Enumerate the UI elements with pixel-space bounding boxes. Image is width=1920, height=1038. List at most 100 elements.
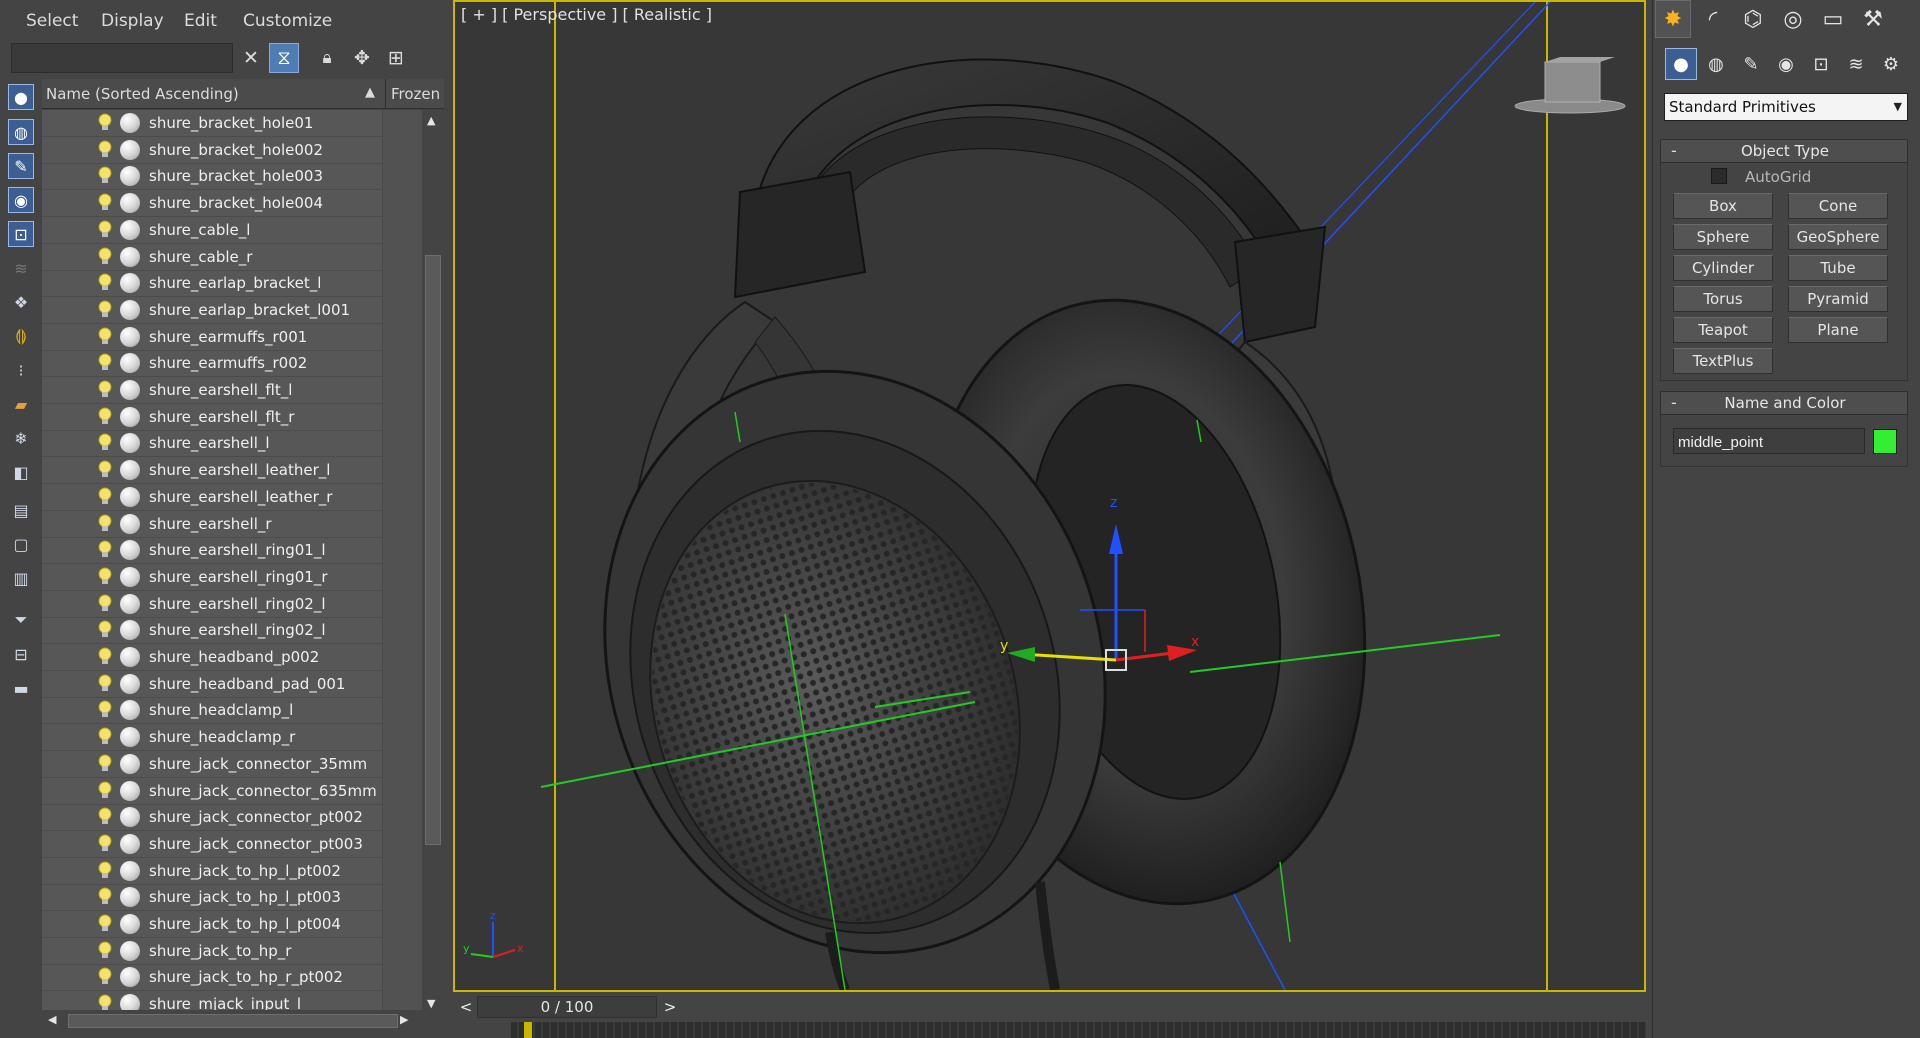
utilities-tab-icon[interactable]: ⚒ (1855, 0, 1891, 38)
cameras-filter-icon[interactable]: ◉ (8, 187, 34, 213)
list-item[interactable]: shure_bracket_hole004 (42, 190, 422, 218)
frozen-cell[interactable] (382, 110, 422, 137)
frozen-cell[interactable] (382, 964, 422, 992)
list-item[interactable]: shure_cable_r (42, 243, 422, 271)
list-item[interactable]: shure_jack_to_hp_l_pt004 (42, 911, 422, 938)
frozen-cell[interactable] (382, 377, 422, 404)
teapot-button[interactable]: Teapot (1673, 317, 1773, 343)
groups-filter-icon[interactable]: ❖ (8, 289, 34, 315)
frozen-cell[interactable] (382, 884, 422, 912)
list-item[interactable]: shure_cable_l (42, 216, 422, 244)
menu-display[interactable]: Display (101, 11, 164, 31)
frozen-cell[interactable] (382, 296, 422, 324)
frozen-cell[interactable] (382, 457, 422, 485)
light-bulb-icon[interactable] (98, 460, 112, 480)
clear-icon[interactable]: ✕ (236, 43, 266, 73)
helpers-category-icon[interactable]: ⊡ (1805, 48, 1837, 80)
motion-tab-icon[interactable]: ◎ (1775, 0, 1811, 38)
list-item[interactable]: shure_jack_connector_pt002 (42, 804, 422, 832)
hierarchy-tab-icon[interactable]: ⌬ (1735, 0, 1771, 38)
shapes-category-icon[interactable]: ◍ (1700, 48, 1732, 80)
perspective-viewport[interactable]: [ + ] [ Perspective ] [ Realistic ] y x … (453, 0, 1646, 992)
plane-button[interactable]: Plane (1788, 317, 1888, 343)
frozen-cell[interactable] (382, 991, 422, 1010)
list-item[interactable]: shure_earlap_bracket_l001 (42, 296, 422, 324)
light-bulb-icon[interactable] (98, 193, 112, 213)
lights-category-icon[interactable]: ✎ (1735, 48, 1767, 80)
light-bulb-icon[interactable] (98, 914, 112, 934)
modify-tab-icon[interactable]: ◜ (1695, 0, 1731, 38)
frozen-cell[interactable] (382, 750, 422, 778)
filter-funnel-icon[interactable]: ⏷ (8, 607, 34, 633)
list-item[interactable]: shure_bracket_hole003 (42, 163, 422, 191)
frozen-filter-icon[interactable]: ❄ (8, 425, 34, 451)
light-bulb-icon[interactable] (98, 514, 112, 534)
light-bulb-icon[interactable] (98, 407, 112, 427)
menu-edit[interactable]: Edit (184, 11, 217, 31)
search-input[interactable] (11, 43, 233, 73)
frozen-cell[interactable] (382, 804, 422, 832)
list-item[interactable]: shure_earshell_r (42, 510, 422, 538)
scroll-left-icon[interactable]: ◀ (48, 1013, 56, 1026)
scroll-up-icon[interactable]: ▲ (427, 114, 435, 127)
frozen-cell[interactable] (382, 724, 422, 752)
list-item[interactable]: shure_earshell_l (42, 430, 422, 458)
frozen-cell[interactable] (382, 644, 422, 671)
geometry-filter-icon[interactable]: ● (8, 84, 34, 110)
list-item[interactable]: shure_earshell_ring02_l (42, 617, 422, 645)
pyramid-button[interactable]: Pyramid (1788, 286, 1888, 312)
light-bulb-icon[interactable] (98, 620, 112, 640)
horizontal-scrollbar[interactable]: ◀ ▶ (42, 1010, 444, 1032)
list-item[interactable]: shure_headband_pad_001 (42, 670, 422, 698)
frozen-cell[interactable] (382, 190, 422, 218)
light-bulb-icon[interactable] (98, 433, 112, 453)
object-name-input[interactable] (1673, 428, 1865, 454)
list-item[interactable]: shure_jack_to_hp_r_pt002 (42, 964, 422, 992)
frozen-cell[interactable] (382, 270, 422, 298)
light-bulb-icon[interactable] (98, 781, 112, 801)
list-item[interactable]: shure_earshell_leather_r (42, 483, 422, 511)
object-color-swatch[interactable] (1873, 429, 1897, 454)
frozen-cell[interactable] (382, 136, 422, 164)
light-bulb-icon[interactable] (98, 300, 112, 320)
list-item[interactable]: shure_jack_to_hp_l_pt003 (42, 884, 422, 912)
light-bulb-icon[interactable] (98, 327, 112, 347)
light-bulb-icon[interactable] (98, 941, 112, 961)
containers-filter-icon[interactable]: ▰ (8, 391, 34, 417)
frozen-cell[interactable] (382, 937, 422, 965)
layer-filter-icon[interactable]: ▬ (8, 675, 34, 701)
shapes-filter-icon[interactable]: ◍ (8, 119, 34, 145)
light-bulb-icon[interactable] (98, 247, 112, 267)
cameras-category-icon[interactable]: ◉ (1770, 48, 1802, 80)
light-bulb-icon[interactable] (98, 754, 112, 774)
time-slider[interactable]: 0 / 100 (477, 996, 657, 1018)
list-item[interactable]: shure_jack_connector_pt003 (42, 830, 422, 858)
light-bulb-icon[interactable] (98, 567, 112, 587)
filter-icon[interactable]: ⧖ (269, 43, 299, 73)
viewcube[interactable] (1514, 57, 1626, 114)
frozen-cell[interactable] (382, 483, 422, 511)
frozen-cell[interactable] (382, 563, 422, 591)
frozen-cell[interactable] (382, 430, 422, 458)
next-frame-button[interactable]: > (659, 996, 681, 1018)
list-item[interactable]: shure_mjack_input_l (42, 991, 422, 1010)
lock-icon[interactable]: 🔒︎ (312, 43, 342, 73)
list-item[interactable]: shure_earshell_flt_l (42, 377, 422, 404)
light-bulb-icon[interactable] (98, 861, 112, 881)
light-bulb-icon[interactable] (98, 540, 112, 560)
frozen-column-header[interactable]: Frozen (385, 79, 445, 109)
sphere-button[interactable]: Sphere (1673, 224, 1773, 250)
frozen-cell[interactable] (382, 670, 422, 698)
hidden-filter-icon[interactable]: ◧ (8, 459, 34, 485)
list-item[interactable]: shure_earlap_bracket_l (42, 270, 422, 298)
spacewarps-category-icon[interactable]: ≋ (1840, 48, 1872, 80)
frozen-cell[interactable] (382, 216, 422, 244)
light-bulb-icon[interactable] (98, 487, 112, 507)
light-bulb-icon[interactable] (98, 140, 112, 160)
geosphere-button[interactable]: GeoSphere (1788, 224, 1888, 250)
cylinder-button[interactable]: Cylinder (1673, 255, 1773, 281)
list-item[interactable]: shure_earmuffs_r001 (42, 323, 422, 351)
select-children-icon[interactable]: ✥ (347, 43, 377, 73)
light-bulb-icon[interactable] (98, 113, 112, 133)
tube-button[interactable]: Tube (1788, 255, 1888, 281)
